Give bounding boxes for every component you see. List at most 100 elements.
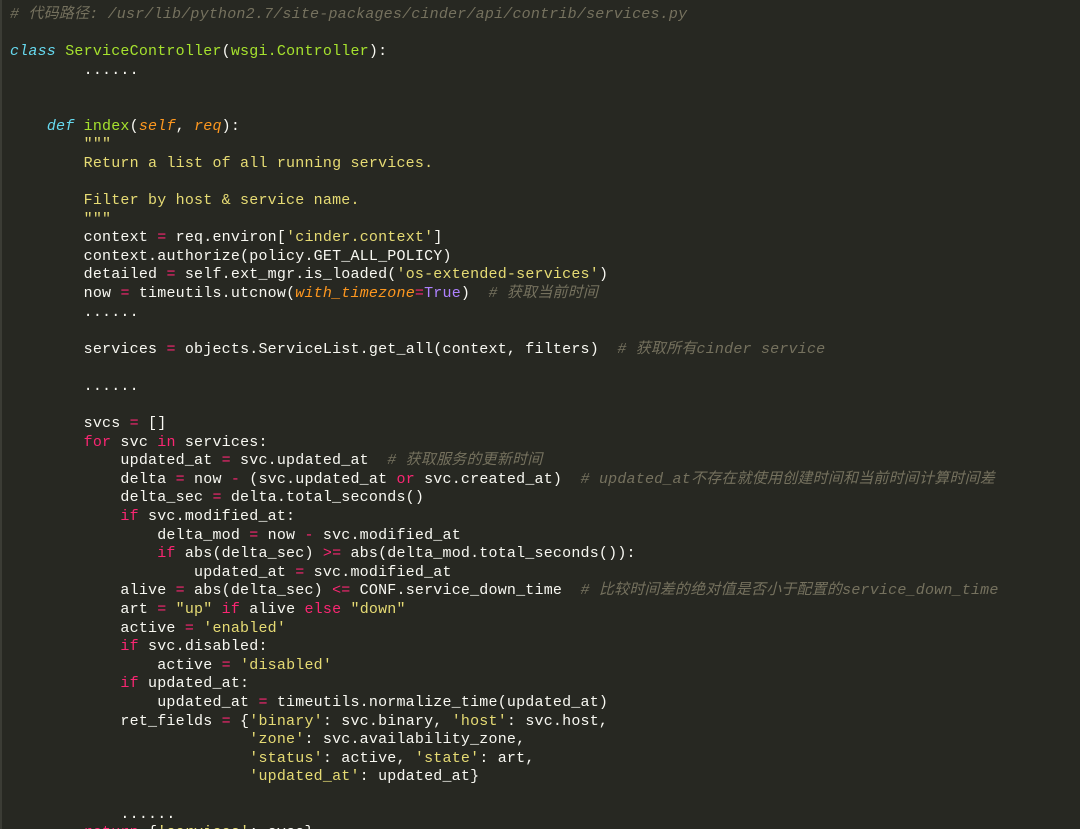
code-text: services (84, 341, 167, 358)
ge-op: >= (323, 545, 341, 562)
function-name: index (84, 118, 130, 135)
code-text: svcs (84, 415, 130, 432)
assign-op: = (176, 471, 185, 488)
code-text: : svc.host, (507, 713, 608, 730)
assign-op: = (222, 452, 231, 469)
if-keyword: if (120, 675, 138, 692)
paren: ): (369, 43, 387, 60)
code-text: ] (433, 229, 442, 246)
docstring-line: Return a list of all running services. (84, 155, 434, 172)
assign-op: = (222, 713, 231, 730)
code-text: svc.disabled: (139, 638, 268, 655)
inline-comment: # 获取当前时间 (489, 285, 599, 302)
code-text: { (231, 713, 249, 730)
code-text: [] (139, 415, 167, 432)
code-editor[interactable]: # 代码路径: /usr/lib/python2.7/site-packages… (0, 0, 1080, 829)
code-text: : art, (479, 750, 534, 767)
code-text: svc.modified_at: (139, 508, 295, 525)
or-keyword: or (397, 471, 415, 488)
string-literal: 'os-extended-services' (397, 266, 599, 283)
assign-op: = (222, 657, 231, 674)
le-op: <= (332, 582, 350, 599)
docstring-close: """ (84, 211, 112, 228)
code-text: delta_sec (120, 489, 212, 506)
code-text: : svc.availability_zone, (304, 731, 525, 748)
inline-comment: # 比较时间差的绝对值是否小于配置的service_down_time (581, 582, 999, 599)
code-text: svc.modified_at (314, 527, 461, 544)
code-text: detailed (84, 266, 167, 283)
if-keyword: if (222, 601, 240, 618)
code-text: context.authorize(policy.GET_ALL_POLICY) (84, 248, 452, 265)
path-comment: # 代码路径: /usr/lib/python2.7/site-packages… (10, 6, 687, 23)
assign-op: = (185, 620, 194, 637)
true-literal: True (424, 285, 461, 302)
assign-op: = (120, 285, 129, 302)
code-text: (svc.updated_at (240, 471, 396, 488)
code-text: { (139, 824, 157, 829)
code-text: services: (176, 434, 268, 451)
if-keyword: if (120, 638, 138, 655)
code-text: svc.created_at) (415, 471, 581, 488)
inline-comment: # 获取服务的更新时间 (387, 452, 542, 469)
self-arg: self (139, 118, 176, 135)
string-literal: 'disabled' (240, 657, 332, 674)
assign-op: = (258, 694, 267, 711)
dict-key: 'services' (157, 824, 249, 829)
string-literal: 'enabled' (203, 620, 286, 637)
class-name: ServiceController (65, 43, 221, 60)
code-text: svc.updated_at (231, 452, 387, 469)
code-text: alive (240, 601, 304, 618)
def-keyword: def (47, 118, 75, 135)
code-text: svc (111, 434, 157, 451)
ellipsis: ...... (84, 304, 139, 321)
code-text: delta.total_seconds() (222, 489, 424, 506)
docstring-line: Filter by host & service name. (84, 192, 360, 209)
code-text: updated_at (194, 564, 295, 581)
if-keyword: if (157, 545, 175, 562)
dict-key: 'host' (452, 713, 507, 730)
return-keyword: return (84, 824, 139, 829)
code-text: updated_at: (139, 675, 249, 692)
minus-op: - (304, 527, 313, 544)
code-text: : svc.binary, (323, 713, 452, 730)
if-keyword: if (120, 508, 138, 525)
code-text: objects.ServiceList.get_all(context, fil… (176, 341, 618, 358)
code-text: now (258, 527, 304, 544)
code-text: abs(delta_mod.total_seconds()): (341, 545, 635, 562)
dict-key: 'updated_at' (249, 768, 359, 785)
paren: ( (222, 43, 231, 60)
assign-op: = (166, 341, 175, 358)
code-text: abs(delta_sec) (185, 582, 332, 599)
ellipsis: ...... (84, 62, 139, 79)
code-text: timeutils.utcnow( (130, 285, 296, 302)
code-text: now (84, 285, 121, 302)
code-text: context (84, 229, 158, 246)
kwarg-name: with_timezone (295, 285, 415, 302)
code-text: delta_mod (157, 527, 249, 544)
code-text: updated_at (120, 452, 221, 469)
base-class: wsgi.Controller (231, 43, 369, 60)
assign-op: = (176, 582, 185, 599)
else-keyword: else (304, 601, 341, 618)
code-text: delta (120, 471, 175, 488)
code-text: : svcs} (249, 824, 313, 829)
assign-op: = (130, 415, 139, 432)
req-arg: req (194, 118, 222, 135)
assign-op: = (415, 285, 424, 302)
dict-key: 'zone' (249, 731, 304, 748)
assign-op: = (212, 489, 221, 506)
inline-comment: # updated_at不存在就使用创建时间和当前时间计算时间差 (581, 471, 995, 488)
editor-gutter (0, 0, 2, 829)
code-text: : updated_at} (360, 768, 480, 785)
dict-key: 'binary' (249, 713, 323, 730)
code-text: ret_fields (120, 713, 221, 730)
code-text: req.environ[ (166, 229, 286, 246)
in-keyword: in (157, 434, 175, 451)
class-keyword: class (10, 43, 56, 60)
dict-key: 'state' (415, 750, 479, 767)
code-text: active (120, 620, 184, 637)
ellipsis: ...... (120, 806, 175, 823)
code-text: updated_at (157, 694, 258, 711)
string-literal: "down" (341, 601, 405, 618)
code-text: svc.modified_at (304, 564, 451, 581)
